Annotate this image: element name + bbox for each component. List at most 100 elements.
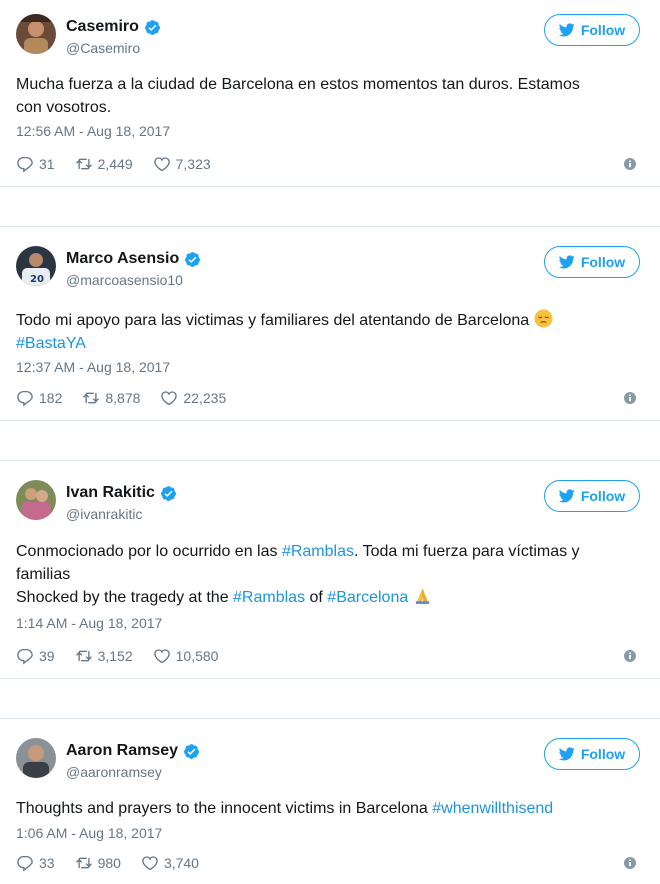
- retweet-count: 2,449: [97, 156, 133, 172]
- like-count: 10,580: [175, 648, 219, 664]
- tweet-text-line: con vosotros.: [16, 99, 112, 116]
- follow-label: Follow: [580, 746, 626, 762]
- hashtag-link[interactable]: #Ramblas: [233, 589, 305, 606]
- verified-badge-icon: [160, 485, 177, 502]
- follow-label: Follow: [580, 254, 626, 270]
- divider: [0, 186, 660, 187]
- retweet-icon: [75, 647, 93, 665]
- tweet-timestamp[interactable]: 1:14 AM - Aug 18, 2017: [16, 615, 162, 631]
- hashtag-link[interactable]: #whenwillthisend: [432, 800, 553, 817]
- divider: [0, 226, 660, 227]
- retweet-icon: [82, 389, 100, 407]
- like-count: 3,740: [163, 855, 199, 871]
- hashtag-link[interactable]: #Barcelona: [327, 589, 408, 606]
- like-count: 7,323: [175, 156, 211, 172]
- follow-button[interactable]: Follow: [544, 738, 640, 770]
- tweet-text-segment: Thoughts and prayers to the innocent vic…: [16, 800, 433, 817]
- reply-count: 182: [39, 390, 63, 406]
- follow-label: Follow: [580, 488, 626, 504]
- info-icon[interactable]: [624, 857, 636, 869]
- divider: [0, 460, 660, 461]
- pensive-face-icon: [534, 309, 553, 328]
- follow-label: Follow: [580, 22, 626, 38]
- retweet-count: 8,878: [105, 390, 141, 406]
- tweet-timestamp[interactable]: 12:37 AM - Aug 18, 2017: [16, 359, 170, 375]
- follow-button[interactable]: Follow: [544, 480, 640, 512]
- avatar[interactable]: [16, 14, 56, 54]
- reply-icon: [16, 854, 34, 872]
- bird-icon: [559, 747, 575, 761]
- svg-text:20: 20: [30, 274, 44, 285]
- verified-badge-icon: [184, 251, 201, 268]
- avatar[interactable]: [16, 738, 56, 778]
- reply-button[interactable]: 33: [16, 854, 55, 872]
- reply-count: 39: [39, 648, 55, 664]
- retweet-button[interactable]: 980: [75, 854, 121, 872]
- bird-icon: [559, 489, 575, 503]
- display-name[interactable]: Ivan Rakitic: [66, 484, 155, 502]
- tweet-text-segment: of: [305, 589, 328, 606]
- tweet-card-casemiro: Casemiro @Casemiro Follow Mucha fuerza a…: [0, 0, 660, 186]
- like-button[interactable]: 7,323: [153, 155, 211, 173]
- retweet-button[interactable]: 8,878: [82, 389, 140, 407]
- reply-icon: [16, 647, 34, 665]
- hashtag-link[interactable]: #Ramblas: [282, 543, 354, 560]
- retweet-count: 980: [97, 855, 121, 871]
- user-handle[interactable]: @ivanrakitic: [66, 506, 142, 522]
- verified-badge-icon: [144, 19, 161, 36]
- bird-icon: [559, 23, 575, 37]
- tweet-card-aaron-ramsey: Aaron Ramsey @aaronramsey Follow Thought…: [0, 724, 660, 884]
- tweet-card-ivan-rakitic: Ivan Rakitic @ivanrakitic Follow Conmoci…: [0, 466, 660, 680]
- info-icon[interactable]: [624, 650, 636, 662]
- reply-button[interactable]: 31: [16, 155, 55, 173]
- like-button[interactable]: 10,580: [153, 647, 219, 665]
- heart-icon: [153, 155, 171, 173]
- follow-button[interactable]: Follow: [544, 14, 640, 46]
- tweet-timestamp[interactable]: 12:56 AM - Aug 18, 2017: [16, 123, 170, 139]
- reply-icon: [16, 155, 34, 173]
- reply-count: 31: [39, 156, 55, 172]
- tweet-text-segment: . Toda mi fuerza para víctimas y: [353, 543, 580, 560]
- avatar[interactable]: [16, 480, 56, 520]
- reply-button[interactable]: 182: [16, 389, 62, 407]
- user-handle[interactable]: @Casemiro: [66, 40, 140, 56]
- user-handle[interactable]: @aaronramsey: [66, 764, 162, 780]
- heart-icon: [141, 854, 159, 872]
- tweet-card-marco-asensio: 20 Marco Asensio @marcoasensio10 Follow …: [0, 232, 660, 422]
- follow-button[interactable]: Follow: [544, 246, 640, 278]
- info-icon[interactable]: [624, 392, 636, 404]
- retweet-button[interactable]: 3,152: [75, 647, 133, 665]
- tweet-text: Mucha fuerza a la ciudad de Barcelona en…: [16, 73, 640, 119]
- like-count: 22,235: [183, 390, 227, 406]
- like-button[interactable]: 22,235: [160, 389, 226, 407]
- reply-button[interactable]: 39: [16, 647, 55, 665]
- tweet-text: Conmocionado por lo ocurrido en las #Ram…: [16, 540, 640, 609]
- heart-icon: [153, 647, 171, 665]
- retweet-count: 3,152: [97, 648, 133, 664]
- bird-icon: [559, 255, 575, 269]
- tweet-text-line: Todo mi apoyo para las victimas y famili…: [16, 312, 530, 329]
- reply-count: 33: [39, 855, 55, 871]
- tweet-text-line: familias: [16, 566, 71, 583]
- tweet-text-segment: Conmocionado por lo ocurrido en las: [16, 543, 282, 560]
- like-button[interactable]: 3,740: [141, 854, 199, 872]
- display-name[interactable]: Aaron Ramsey: [66, 742, 178, 760]
- info-icon[interactable]: [624, 158, 636, 170]
- reply-icon: [16, 389, 34, 407]
- tweet-text: Thoughts and prayers to the innocent vic…: [16, 797, 640, 820]
- retweet-icon: [75, 155, 93, 173]
- avatar[interactable]: 20: [16, 246, 56, 286]
- user-handle[interactable]: @marcoasensio10: [66, 272, 183, 288]
- folded-hands-icon: [415, 587, 429, 605]
- tweet-text: Todo mi apoyo para las victimas y famili…: [16, 309, 640, 355]
- tweet-timestamp[interactable]: 1:06 AM - Aug 18, 2017: [16, 825, 162, 841]
- display-name[interactable]: Casemiro: [66, 18, 139, 36]
- tweet-text-segment: Shocked by the tragedy at the: [16, 589, 234, 606]
- divider: [0, 678, 660, 679]
- display-name[interactable]: Marco Asensio: [66, 250, 179, 268]
- retweet-icon: [75, 854, 93, 872]
- hashtag-link[interactable]: #BastaYA: [16, 332, 640, 355]
- retweet-button[interactable]: 2,449: [75, 155, 133, 173]
- tweet-text-line: Mucha fuerza a la ciudad de Barcelona en…: [16, 76, 580, 93]
- divider: [0, 420, 660, 421]
